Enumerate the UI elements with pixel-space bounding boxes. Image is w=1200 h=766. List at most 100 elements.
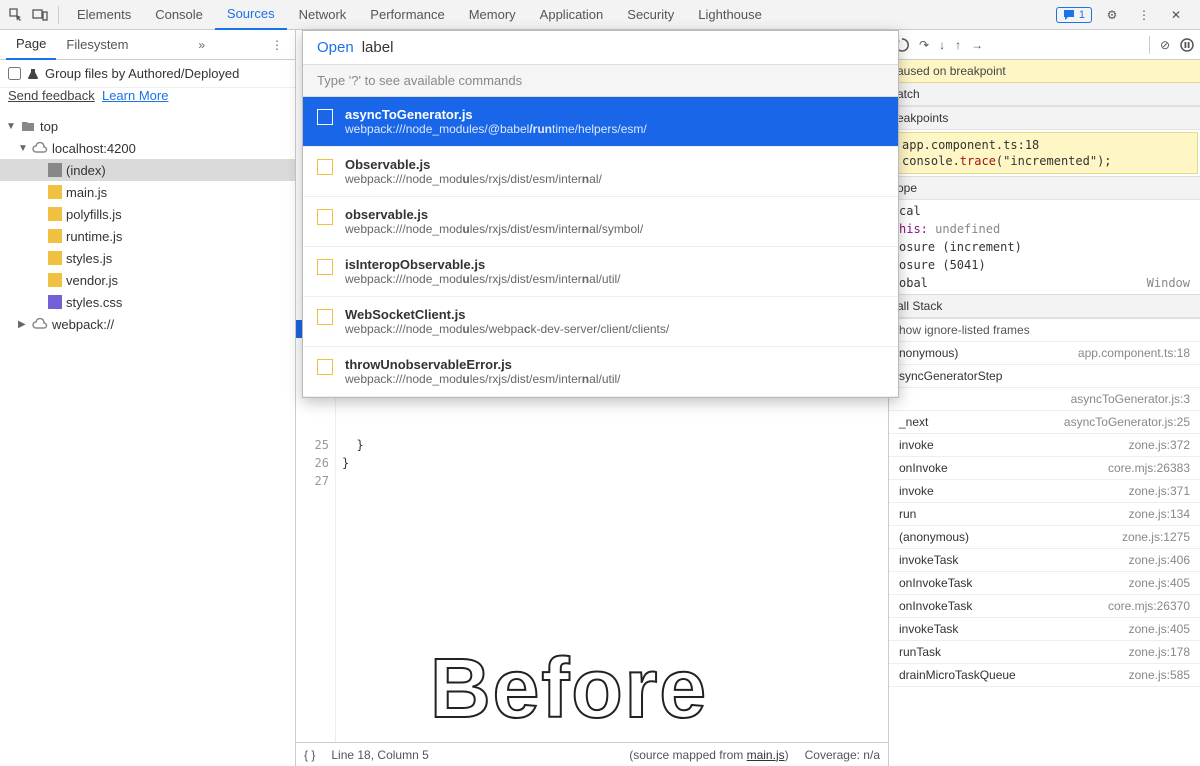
tab-application[interactable]: Application	[528, 0, 616, 30]
quick-open-hint: Type '?' to see available commands	[303, 65, 898, 97]
quick-open-item[interactable]: throwUnobservableError.jswebpack:///node…	[303, 347, 898, 397]
devtools-topbar: ElementsConsoleSourcesNetworkPerformance…	[0, 0, 1200, 30]
navigator-tabs: PageFilesystem » ⋮	[0, 30, 295, 60]
tab-sources[interactable]: Sources	[215, 0, 287, 30]
stack-frame[interactable]: onInvokeTaskzone.js:405	[889, 572, 1200, 595]
tab-lighthouse[interactable]: Lighthouse	[686, 0, 774, 30]
navigator-menu-icon[interactable]: ⋮	[265, 38, 289, 52]
stack-frame[interactable]: runzone.js:134	[889, 503, 1200, 526]
stack-frame[interactable]: drainMicroTaskQueuezone.js:585	[889, 664, 1200, 687]
navigator-tab-filesystem[interactable]: Filesystem	[56, 30, 138, 60]
tab-elements[interactable]: Elements	[65, 0, 143, 30]
step-icon[interactable]: →	[971, 38, 983, 52]
learn-more-link[interactable]: Learn More	[102, 88, 168, 103]
quick-open-dialog: Open Type '?' to see available commands …	[302, 30, 899, 398]
file-icon	[317, 109, 333, 125]
callstack-header[interactable]: all Stack	[889, 295, 1200, 318]
editor-statusbar: { } Line 18, Column 5 (source mapped fro…	[296, 742, 888, 766]
kebab-icon[interactable]: ⋮	[1132, 3, 1156, 27]
navigator-links: Send feedback Learn More	[0, 88, 295, 111]
file-icon	[317, 209, 333, 225]
quick-open-input[interactable]	[362, 39, 884, 56]
stack-frame[interactable]: (anonymous)zone.js:1275	[889, 526, 1200, 549]
tree-node[interactable]: vendor.js	[0, 269, 295, 291]
scope-closure-2[interactable]: osure (5041)	[889, 256, 1200, 274]
quick-open-results: asyncToGenerator.jswebpack:///node_modul…	[303, 97, 898, 397]
step-out-icon[interactable]: ↑	[955, 38, 961, 52]
tab-performance[interactable]: Performance	[358, 0, 456, 30]
tree-node[interactable]: polyfills.js	[0, 203, 295, 225]
stack-frame[interactable]: invokezone.js:371	[889, 480, 1200, 503]
stack-frame[interactable]: _nextasyncToGenerator.js:25	[889, 411, 1200, 434]
call-stack: nonymous)app.component.ts:18syncGenerato…	[889, 342, 1200, 766]
tab-console[interactable]: Console	[143, 0, 215, 30]
pretty-print-icon[interactable]: { }	[304, 748, 315, 762]
send-feedback-link[interactable]: Send feedback	[8, 88, 95, 103]
tree-node[interactable]: styles.css	[0, 291, 295, 313]
quick-open-item[interactable]: WebSocketClient.jswebpack:///node_module…	[303, 297, 898, 347]
separator	[58, 6, 59, 24]
scope-local[interactable]: cal	[889, 202, 1200, 220]
stack-frame[interactable]: runTaskzone.js:178	[889, 641, 1200, 664]
separator	[1149, 36, 1150, 54]
scope-this: his: undefined	[889, 220, 1200, 238]
stack-frame[interactable]: nonymous)app.component.ts:18	[889, 342, 1200, 365]
scope-global[interactable]: obalWindow	[889, 274, 1200, 292]
pause-banner: aused on breakpoint	[889, 60, 1200, 83]
group-files-checkbox[interactable]	[8, 67, 21, 80]
stack-frame[interactable]: invokezone.js:372	[889, 434, 1200, 457]
quick-open-header: Open	[303, 31, 898, 65]
issues-count: 1	[1079, 9, 1085, 21]
ignore-listed-toggle[interactable]: how ignore-listed frames	[889, 319, 1200, 342]
coverage-status: Coverage: n/a	[805, 748, 880, 762]
group-files-text: Group files by Authored/Deployed	[45, 66, 239, 81]
file-icon	[317, 309, 333, 325]
inspect-icon[interactable]	[4, 3, 28, 27]
stack-frame[interactable]: asyncToGenerator.js:3	[889, 388, 1200, 411]
file-tree: ▼top▼localhost:4200(index)main.jspolyfil…	[0, 111, 295, 766]
stack-frame[interactable]: invokeTaskzone.js:405	[889, 618, 1200, 641]
stack-frame[interactable]: onInvokeTaskcore.mjs:26370	[889, 595, 1200, 618]
deactivate-bp-icon[interactable]: ⊘	[1160, 38, 1170, 52]
more-tabs-icon[interactable]: »	[192, 38, 211, 52]
quick-open-item[interactable]: Observable.jswebpack:///node_modules/rxj…	[303, 147, 898, 197]
close-icon[interactable]: ✕	[1164, 3, 1188, 27]
issues-badge[interactable]: 1	[1056, 7, 1092, 23]
quick-open-item[interactable]: isInteropObservable.jswebpack:///node_mo…	[303, 247, 898, 297]
tree-node[interactable]: ▼localhost:4200	[0, 137, 295, 159]
tree-node[interactable]: ▼top	[0, 115, 295, 137]
settings-icon[interactable]: ⚙	[1100, 3, 1124, 27]
pause-exceptions-icon[interactable]	[1180, 38, 1194, 52]
tree-node[interactable]: ▶webpack://	[0, 313, 295, 335]
scope-closure-1[interactable]: osure (increment)	[889, 238, 1200, 256]
tree-node[interactable]: styles.js	[0, 247, 295, 269]
tab-memory[interactable]: Memory	[457, 0, 528, 30]
group-files-bar: Group files by Authored/Deployed	[0, 60, 295, 88]
navigator-pane: PageFilesystem » ⋮ Group files by Authored…	[0, 30, 296, 766]
step-over-icon[interactable]: ↷	[919, 38, 929, 52]
scope-header[interactable]: ope	[889, 177, 1200, 200]
stack-frame[interactable]: invokeTaskzone.js:406	[889, 549, 1200, 572]
stack-frame[interactable]: onInvokecore.mjs:26383	[889, 457, 1200, 480]
tab-security[interactable]: Security	[615, 0, 686, 30]
navigator-tab-page[interactable]: Page	[6, 30, 56, 60]
scope-body: cal his: undefined osure (increment) osu…	[889, 200, 1200, 294]
tree-node[interactable]: main.js	[0, 181, 295, 203]
breakpoint-item[interactable]: app.component.ts:18 console.trace("incre…	[891, 132, 1198, 174]
tree-node[interactable]: runtime.js	[0, 225, 295, 247]
tab-network[interactable]: Network	[287, 0, 359, 30]
tree-node[interactable]: (index)	[0, 159, 295, 181]
watch-header[interactable]: atch	[889, 83, 1200, 106]
quick-open-item[interactable]: observable.jswebpack:///node_modules/rxj…	[303, 197, 898, 247]
debugger-toolbar: ↷ ↓ ↑ → ⊘	[889, 30, 1200, 60]
quick-open-item[interactable]: asyncToGenerator.jswebpack:///node_modul…	[303, 97, 898, 147]
group-files-checkbox-label[interactable]: Group files by Authored/Deployed	[8, 66, 287, 81]
breakpoints-header[interactable]: eakpoints	[889, 107, 1200, 130]
mapped-file-link[interactable]: main.js	[747, 748, 785, 762]
experiment-icon	[27, 68, 39, 80]
device-toggle-icon[interactable]	[28, 3, 52, 27]
bp-file: app.component.ts:18	[902, 137, 1189, 153]
file-icon	[317, 159, 333, 175]
stack-frame[interactable]: syncGeneratorStep	[889, 365, 1200, 388]
step-into-icon[interactable]: ↓	[939, 38, 945, 52]
